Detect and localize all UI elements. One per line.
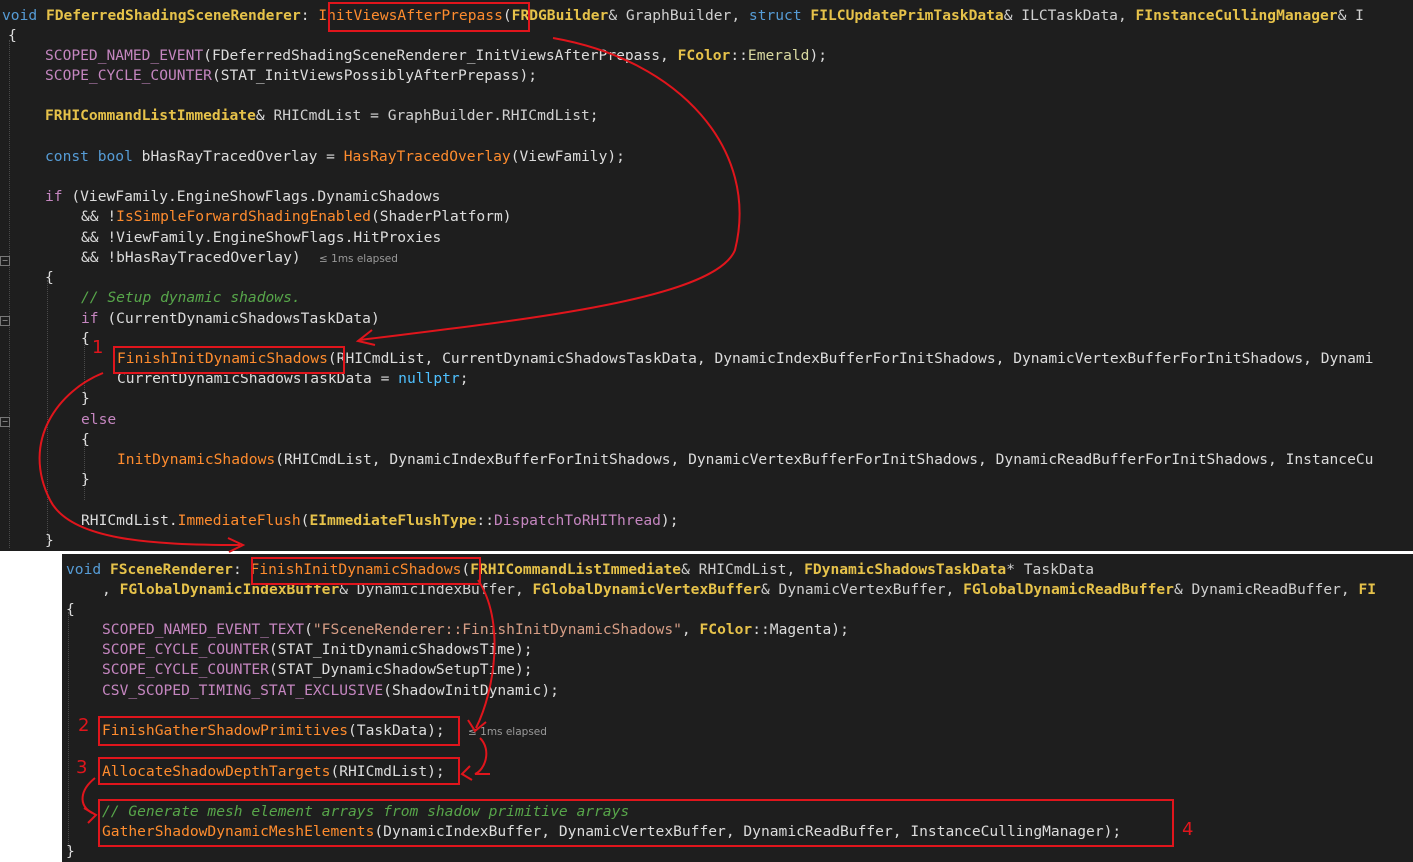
annotation-arrows [38,37,741,824]
arrowhead [83,807,98,824]
arrow-finishinit-to-definition [38,372,241,546]
arrow-def-to-gather [475,579,496,729]
arrow-gather-to-allocate [474,737,490,775]
arrow-initviews-to-finishinit [359,37,741,341]
arrowhead [460,765,473,781]
